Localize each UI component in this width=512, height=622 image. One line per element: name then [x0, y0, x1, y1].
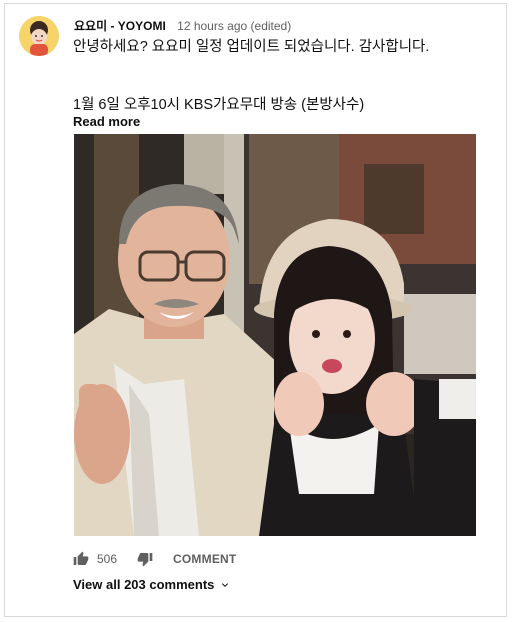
chevron-down-icon — [222, 582, 229, 587]
view-all-comments-link[interactable]: View all 203 comments — [73, 577, 231, 592]
comment-text-line-1: 안녕하세요? 요요미 일정 업데이트 되었습니다. 감사합니다. — [73, 39, 430, 55]
avatar[interactable] — [19, 16, 59, 56]
view-all-label: View all 203 comments — [73, 577, 215, 592]
comment-actions: 506 COMMENT — [73, 549, 236, 569]
comment-header: 요요미 - YOYOMI 12 hours ago (edited) — [74, 17, 291, 35]
thumbs-up-icon[interactable] — [73, 551, 89, 567]
read-more-link[interactable]: Read more — [73, 114, 140, 129]
comment-photo — [74, 134, 476, 536]
author-name[interactable]: 요요미 - YOYOMI — [74, 19, 166, 33]
timestamp[interactable]: 12 hours ago (edited) — [177, 19, 291, 33]
like-count: 506 — [97, 552, 118, 566]
thumbs-down-icon[interactable] — [137, 551, 153, 567]
comment-text-line-2: 1월 6일 오후10시 KBS가요무대 방송 (본방사수) — [73, 97, 365, 113]
comment-button[interactable]: COMMENT — [173, 552, 236, 566]
